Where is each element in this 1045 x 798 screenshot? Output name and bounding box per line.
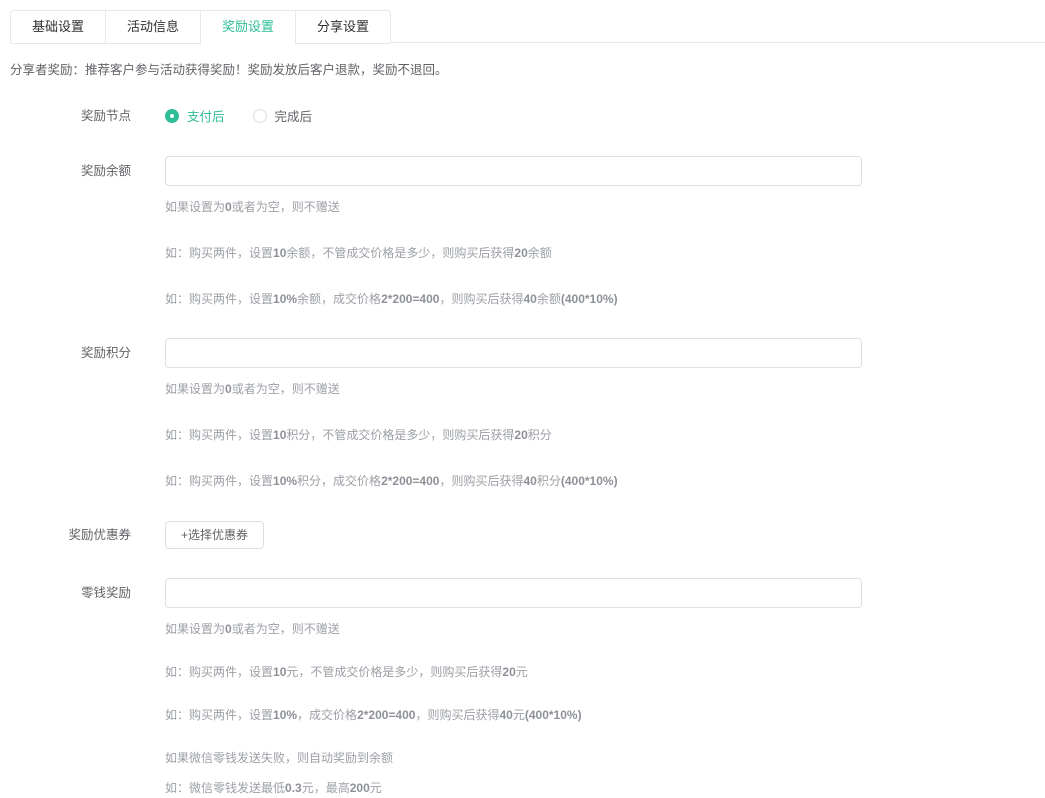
reward-balance-input[interactable] bbox=[165, 156, 862, 186]
help-text: 如果设置为0或者为空，则不赠送 bbox=[165, 199, 1045, 216]
reward-points-input[interactable] bbox=[165, 338, 862, 368]
help-text: 如：购买两件，设置10积分，不管成交价格是多少，则购买后获得20积分 bbox=[165, 427, 1045, 444]
radio-after-payment-label: 支付后 bbox=[187, 106, 225, 125]
radio-unselected-icon bbox=[253, 109, 267, 123]
tabs-nav: 基础设置 活动信息 奖励设置 分享设置 bbox=[10, 10, 391, 43]
select-coupon-button[interactable]: +选择优惠券 bbox=[165, 521, 264, 549]
tab-share-settings[interactable]: 分享设置 bbox=[295, 11, 390, 44]
radio-after-completion-label: 完成后 bbox=[275, 106, 313, 125]
help-text: 如果设置为0或者为空，则不赠送 bbox=[165, 621, 1045, 638]
reward-points-row: 奖励积分 bbox=[10, 338, 1045, 368]
reward-points-label: 奖励积分 bbox=[10, 345, 165, 361]
help-text: 如果设置为0或者为空，则不赠送 bbox=[165, 381, 1045, 398]
tab-basic-settings[interactable]: 基础设置 bbox=[11, 11, 105, 44]
cash-reward-label: 零钱奖励 bbox=[10, 585, 165, 601]
radio-after-completion[interactable]: 完成后 bbox=[253, 106, 313, 125]
cash-reward-help: 如果设置为0或者为空，则不赠送 如：购买两件，设置10元，不管成交价格是多少，则… bbox=[165, 621, 1045, 797]
cash-reward-row: 零钱奖励 bbox=[10, 578, 1045, 608]
reward-balance-row: 奖励余额 bbox=[10, 156, 1045, 186]
reward-points-help: 如果设置为0或者为空，则不赠送 如：购买两件，设置10积分，不管成交价格是多少，… bbox=[165, 381, 1045, 490]
radio-selected-icon bbox=[165, 109, 179, 123]
reward-balance-help: 如果设置为0或者为空，则不赠送 如：购买两件，设置10余额，不管成交价格是多少，… bbox=[165, 199, 1045, 308]
reward-settings-panel: 基础设置 活动信息 奖励设置 分享设置 分享者奖励：推荐客户参与活动获得奖励！奖… bbox=[0, 10, 1045, 797]
tab-activity-info[interactable]: 活动信息 bbox=[105, 11, 200, 44]
help-text: 如：购买两件，设置10%，成交价格2*200=400，则购买后获得40元(400… bbox=[165, 707, 1045, 724]
help-text: 如：购买两件，设置10余额，不管成交价格是多少，则购买后获得20余额 bbox=[165, 245, 1045, 262]
cash-reward-input[interactable] bbox=[165, 578, 862, 608]
help-text: 如：购买两件，设置10%积分，成交价格2*200=400，则购买后获得40积分(… bbox=[165, 473, 1045, 490]
help-text: 如果微信零钱发送失败，则自动奖励到余额 bbox=[165, 750, 1045, 767]
reward-coupon-label: 奖励优惠券 bbox=[10, 527, 165, 543]
reward-node-radio-group: 支付后 完成后 bbox=[165, 106, 312, 125]
tab-reward-settings[interactable]: 奖励设置 bbox=[200, 11, 295, 44]
reward-node-row: 奖励节点 支付后 完成后 bbox=[10, 106, 1045, 125]
sharer-reward-description: 分享者奖励：推荐客户参与活动获得奖励！奖励发放后客户退款，奖励不退回。 bbox=[10, 62, 1045, 79]
help-text: 如：购买两件，设置10元，不管成交价格是多少，则购买后获得20元 bbox=[165, 664, 1045, 681]
help-text-clipped: 如：微信零钱发送最低0.3元，最高200元 bbox=[165, 780, 1045, 797]
tab-bar: 基础设置 活动信息 奖励设置 分享设置 bbox=[10, 10, 1045, 43]
reward-balance-label: 奖励余额 bbox=[10, 163, 165, 179]
reward-coupon-row: 奖励优惠券 +选择优惠券 bbox=[10, 521, 1045, 549]
help-text: 如：购买两件，设置10%余额，成交价格2*200=400，则购买后获得40余额(… bbox=[165, 291, 1045, 308]
reward-node-label: 奖励节点 bbox=[10, 108, 165, 124]
radio-after-payment[interactable]: 支付后 bbox=[165, 106, 225, 125]
